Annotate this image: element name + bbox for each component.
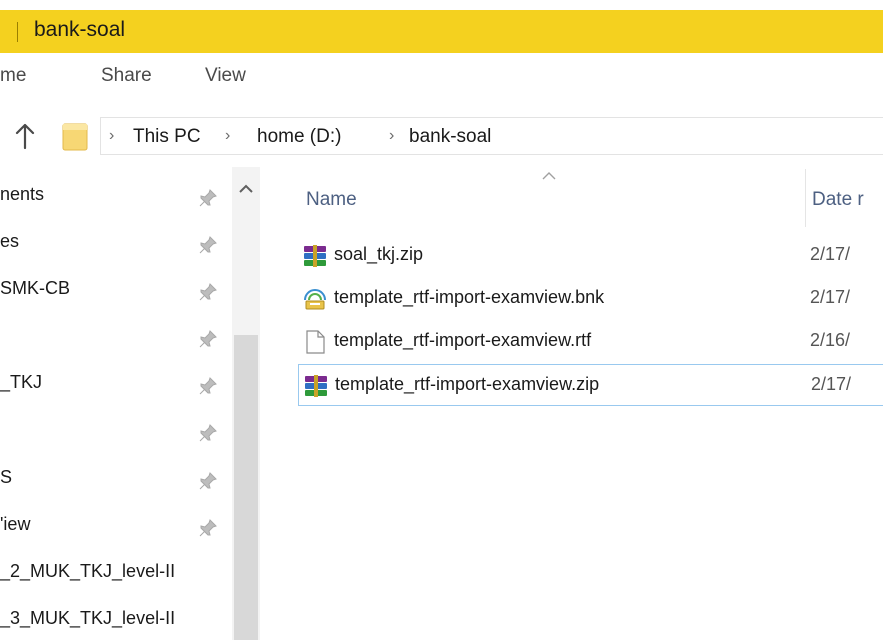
column-divider[interactable] <box>805 169 806 227</box>
file-list-pane: Name Date r soal_tkj.zip 2/17/ template_… <box>262 167 883 640</box>
file-date: 2/17/ <box>811 374 852 394</box>
nav-item-label: S <box>0 467 13 487</box>
chevron-right-icon: › <box>109 127 115 144</box>
column-header-name[interactable]: Name <box>306 189 357 211</box>
navigation-pane: nents es SMK-CB _TKJ S 'iew _2_MUK_TKJ_l… <box>0 167 262 640</box>
chevron-up-icon[interactable] <box>232 177 260 201</box>
title-separator <box>17 22 18 42</box>
nav-item[interactable]: _2_MUK_TKJ_level-II <box>0 552 230 596</box>
winrar-archive-icon <box>304 245 326 267</box>
file-name: soal_tkj.zip <box>334 244 424 264</box>
pin-icon[interactable] <box>198 423 218 443</box>
column-header-date[interactable]: Date r <box>812 189 864 211</box>
file-name: template_rtf-import-examview.rtf <box>334 330 592 350</box>
pin-icon[interactable] <box>198 329 218 349</box>
crumb-bank-soal[interactable]: bank-soal <box>409 126 491 148</box>
nav-item[interactable]: S <box>0 458 230 502</box>
blank-document-icon <box>306 330 325 354</box>
nav-item[interactable] <box>0 410 230 454</box>
address-bar[interactable]: › This PC › home (D:) › bank-soal <box>100 117 883 155</box>
sort-ascending-icon <box>542 172 556 180</box>
nav-item[interactable]: SMK-CB <box>0 269 230 313</box>
nav-item-label: nents <box>0 184 45 204</box>
file-row-selected[interactable]: template_rtf-import-examview.zip 2/17/ <box>298 364 883 406</box>
nav-item-label: _3_MUK_TKJ_level-II <box>0 608 176 628</box>
screen-top-edge <box>0 0 883 10</box>
pin-icon[interactable] <box>198 518 218 538</box>
nav-item-label: es <box>0 231 20 251</box>
winrar-archive-icon <box>305 375 327 397</box>
nav-item[interactable] <box>0 316 230 360</box>
file-name: template_rtf-import-examview.bnk <box>334 287 605 307</box>
nav-item-label: 'iew <box>0 514 31 534</box>
nav-item-label: _2_MUK_TKJ_level-II <box>0 561 176 581</box>
file-row[interactable]: template_rtf-import-examview.bnk 2/17/ <box>298 278 883 320</box>
examview-bank-icon <box>304 289 326 310</box>
nav-item-label: SMK-CB <box>0 278 71 298</box>
nav-item[interactable]: _TKJ <box>0 363 230 407</box>
chevron-right-icon: › <box>225 127 231 144</box>
file-date: 2/16/ <box>810 330 851 350</box>
folder-icon <box>62 123 88 151</box>
crumb-this-pc[interactable]: This PC <box>133 126 201 148</box>
nav-item[interactable]: _3_MUK_TKJ_level-II <box>0 599 230 640</box>
ribbon-tabs: me Share View <box>0 53 883 103</box>
window-title: bank-soal <box>34 18 126 41</box>
pin-icon[interactable] <box>198 235 218 255</box>
file-row[interactable]: template_rtf-import-examview.rtf 2/16/ <box>298 321 883 363</box>
file-date: 2/17/ <box>810 244 851 264</box>
nav-scrollbar-thumb[interactable] <box>234 335 258 640</box>
nav-item[interactable]: 'iew <box>0 505 230 549</box>
tab-home[interactable]: me <box>0 65 26 87</box>
crumb-home-drive[interactable]: home (D:) <box>257 126 341 148</box>
tab-view[interactable]: View <box>205 65 246 87</box>
nav-item-label: _TKJ <box>0 372 43 392</box>
nav-item[interactable]: nents <box>0 175 230 219</box>
file-row[interactable]: soal_tkj.zip 2/17/ <box>298 235 883 277</box>
pin-icon[interactable] <box>198 376 218 396</box>
file-name: template_rtf-import-examview.zip <box>335 374 600 394</box>
pin-icon[interactable] <box>198 471 218 491</box>
nav-item[interactable]: es <box>0 222 230 266</box>
file-date: 2/17/ <box>810 287 851 307</box>
chevron-right-icon: › <box>389 127 395 144</box>
tab-share[interactable]: Share <box>101 65 152 87</box>
address-row: › This PC › home (D:) › bank-soal <box>0 103 883 167</box>
pin-icon[interactable] <box>198 282 218 302</box>
up-arrow-icon[interactable] <box>14 122 36 150</box>
title-bar[interactable]: bank-soal <box>0 10 883 53</box>
pin-icon[interactable] <box>198 188 218 208</box>
